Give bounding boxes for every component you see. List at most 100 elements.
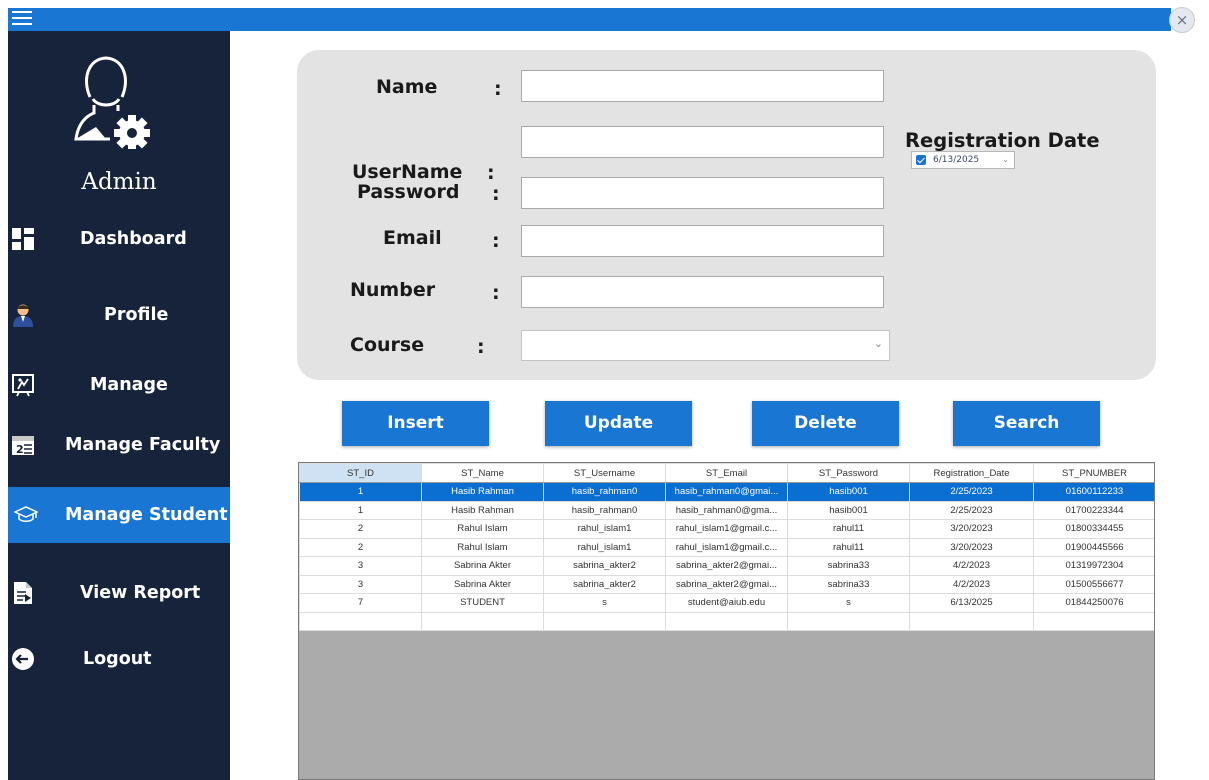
table-row[interactable]: 2 Rahul Islam rahul_islam1 rahul_islam1@gma… xyxy=(299,519,1154,539)
table-cell[interactable]: 1 xyxy=(299,482,422,502)
column-header[interactable]: ST_Username xyxy=(543,463,666,483)
column-header[interactable]: ST_Email xyxy=(665,463,788,483)
table-cell[interactable]: 01500556677 xyxy=(1033,574,1154,594)
logout-icon xyxy=(12,648,34,670)
table-cell[interactable]: 7 xyxy=(299,593,422,613)
table-cell[interactable]: rahul_islam1@gmail.c... xyxy=(665,519,788,539)
table-row[interactable]: 7 STUDENT s student@aiub.edu s 6/13/2025 01844… xyxy=(299,593,1154,613)
close-button[interactable]: × xyxy=(1169,7,1195,33)
table-cell[interactable]: 2 xyxy=(299,519,422,539)
table-row[interactable]: 1 Hasib Rahman hasib_rahman0 hasib_rahman0@… xyxy=(299,500,1154,520)
table-cell[interactable]: 6/13/2025 xyxy=(909,593,1034,613)
sidebar-item-logout[interactable]: Logout xyxy=(8,631,230,687)
name-input[interactable] xyxy=(521,70,884,102)
course-select[interactable]: ⌄ xyxy=(521,330,890,361)
table-cell[interactable] xyxy=(421,611,544,631)
table-cell[interactable]: 4/2/2023 xyxy=(909,556,1034,576)
table-cell[interactable]: 01800334455 xyxy=(1033,519,1154,539)
column-header[interactable]: ST_Password xyxy=(787,463,910,483)
search-button[interactable]: Search xyxy=(953,401,1100,446)
password-input[interactable] xyxy=(521,177,884,209)
table-row[interactable]: 2 Rahul Islam rahul_islam1 rahul_islam1@gma… xyxy=(299,537,1154,557)
table-cell[interactable]: 01900445566 xyxy=(1033,537,1154,557)
insert-button[interactable]: Insert xyxy=(342,401,489,446)
table-cell[interactable]: Sabrina Akter xyxy=(421,574,544,594)
table-cell[interactable] xyxy=(1033,611,1154,631)
hamburger-icon[interactable] xyxy=(12,11,32,27)
update-button[interactable]: Update xyxy=(545,401,692,446)
table-cell[interactable]: s xyxy=(787,593,910,613)
table-cell[interactable]: 4/2/2023 xyxy=(909,574,1034,594)
date-enabled-checkbox[interactable] xyxy=(916,155,926,165)
sidebar-item-manage-faculty[interactable]: 2 Manage Faculty xyxy=(8,417,230,473)
table-cell[interactable]: 01319972304 xyxy=(1033,556,1154,576)
table-cell[interactable]: hasib_rahman0 xyxy=(543,500,666,520)
table-cell[interactable]: 1 xyxy=(299,500,422,520)
table-cell[interactable]: 01844250076 xyxy=(1033,593,1154,613)
column-header[interactable]: Registration_Date xyxy=(909,463,1034,483)
sidebar-item-manage-student[interactable]: Manage Student xyxy=(8,487,230,543)
table-cell[interactable] xyxy=(665,611,788,631)
table-cell[interactable] xyxy=(543,611,666,631)
table-cell[interactable]: 2 xyxy=(299,537,422,557)
table-cell[interactable]: hasib001 xyxy=(787,482,910,502)
table-row[interactable]: 3 Sabrina Akter sabrina_akter2 sabrina_akte… xyxy=(299,574,1154,594)
table-cell[interactable]: hasib_rahman0@gmai... xyxy=(665,482,788,502)
table-cell[interactable]: Rahul Islam xyxy=(421,537,544,557)
table-cell[interactable]: Rahul Islam xyxy=(421,519,544,539)
table-cell[interactable] xyxy=(787,611,910,631)
table-cell[interactable]: hasib_rahman0 xyxy=(543,482,666,502)
table-cell[interactable]: STUDENT xyxy=(421,593,544,613)
student-data-grid[interactable]: ST_ID ST_Name ST_Username ST_Email ST_Passwo… xyxy=(298,462,1155,780)
table-cell[interactable] xyxy=(299,611,422,631)
sidebar: Admin Dashboard Profile Manage 2 Manage … xyxy=(8,31,230,780)
table-cell[interactable]: 01600112233 xyxy=(1033,482,1154,502)
table-row[interactable]: 3 Sabrina Akter sabrina_akter2 sabrina_akte… xyxy=(299,556,1154,576)
column-header[interactable]: ST_Name xyxy=(421,463,544,483)
table-cell[interactable]: sabrina_akter2@gmai... xyxy=(665,574,788,594)
table-cell[interactable]: sabrina_akter2 xyxy=(543,574,666,594)
table-cell[interactable]: Sabrina Akter xyxy=(421,556,544,576)
table-cell[interactable]: s xyxy=(543,593,666,613)
table-cell[interactable]: 3 xyxy=(299,574,422,594)
number-input[interactable] xyxy=(521,276,884,308)
table-cell[interactable]: sabrina33 xyxy=(787,574,910,594)
table-cell[interactable]: sabrina_akter2@gmai... xyxy=(665,556,788,576)
table-cell[interactable]: 3/20/2023 xyxy=(909,519,1034,539)
table-cell[interactable]: rahul_islam1@gmail.c... xyxy=(665,537,788,557)
table-cell[interactable] xyxy=(909,611,1034,631)
table-cell[interactable]: rahul11 xyxy=(787,519,910,539)
registration-date-picker[interactable]: 6/13/2025 ⌄ xyxy=(911,151,1015,169)
delete-button[interactable]: Delete xyxy=(752,401,899,446)
table-cell[interactable]: rahul11 xyxy=(787,537,910,557)
presentation-board-icon xyxy=(12,374,34,397)
table-cell[interactable]: rahul_islam1 xyxy=(543,519,666,539)
table-cell[interactable]: Hasib Rahman xyxy=(421,500,544,520)
table-cell[interactable]: hasib_rahman0@gma... xyxy=(665,500,788,520)
sidebar-item-dashboard[interactable]: Dashboard xyxy=(8,211,230,267)
chevron-down-icon: ⌄ xyxy=(873,337,883,350)
close-icon: × xyxy=(1175,11,1189,29)
table-cell[interactable]: 3/20/2023 xyxy=(909,537,1034,557)
email-input[interactable] xyxy=(521,225,884,257)
table-cell[interactable]: 2/25/2023 xyxy=(909,482,1034,502)
table-cell[interactable]: Hasib Rahman xyxy=(421,482,544,502)
sidebar-item-view-report[interactable]: View Report xyxy=(8,565,230,621)
table-cell[interactable]: 2/25/2023 xyxy=(909,500,1034,520)
table-cell[interactable]: sabrina_akter2 xyxy=(543,556,666,576)
table-cell[interactable]: hasib001 xyxy=(787,500,910,520)
sidebar-item-manage[interactable]: Manage xyxy=(8,357,230,413)
username-input[interactable] xyxy=(521,126,884,158)
number-colon: : xyxy=(492,282,500,304)
table-cell[interactable]: student@aiub.edu xyxy=(665,593,788,613)
table-cell[interactable]: 3 xyxy=(299,556,422,576)
name-colon: : xyxy=(494,78,502,100)
column-header[interactable]: ST_ID xyxy=(299,463,422,483)
column-header[interactable]: ST_PNUMBER xyxy=(1033,463,1154,483)
table-row[interactable]: 1 Hasib Rahman hasib_rahman0 hasib_rahman0@… xyxy=(299,482,1154,502)
sidebar-item-profile[interactable]: Profile xyxy=(8,287,230,343)
table-cell[interactable]: rahul_islam1 xyxy=(543,537,666,557)
table-cell[interactable]: 01700223344 xyxy=(1033,500,1154,520)
new-row[interactable] xyxy=(299,611,1154,631)
table-cell[interactable]: sabrina33 xyxy=(787,556,910,576)
